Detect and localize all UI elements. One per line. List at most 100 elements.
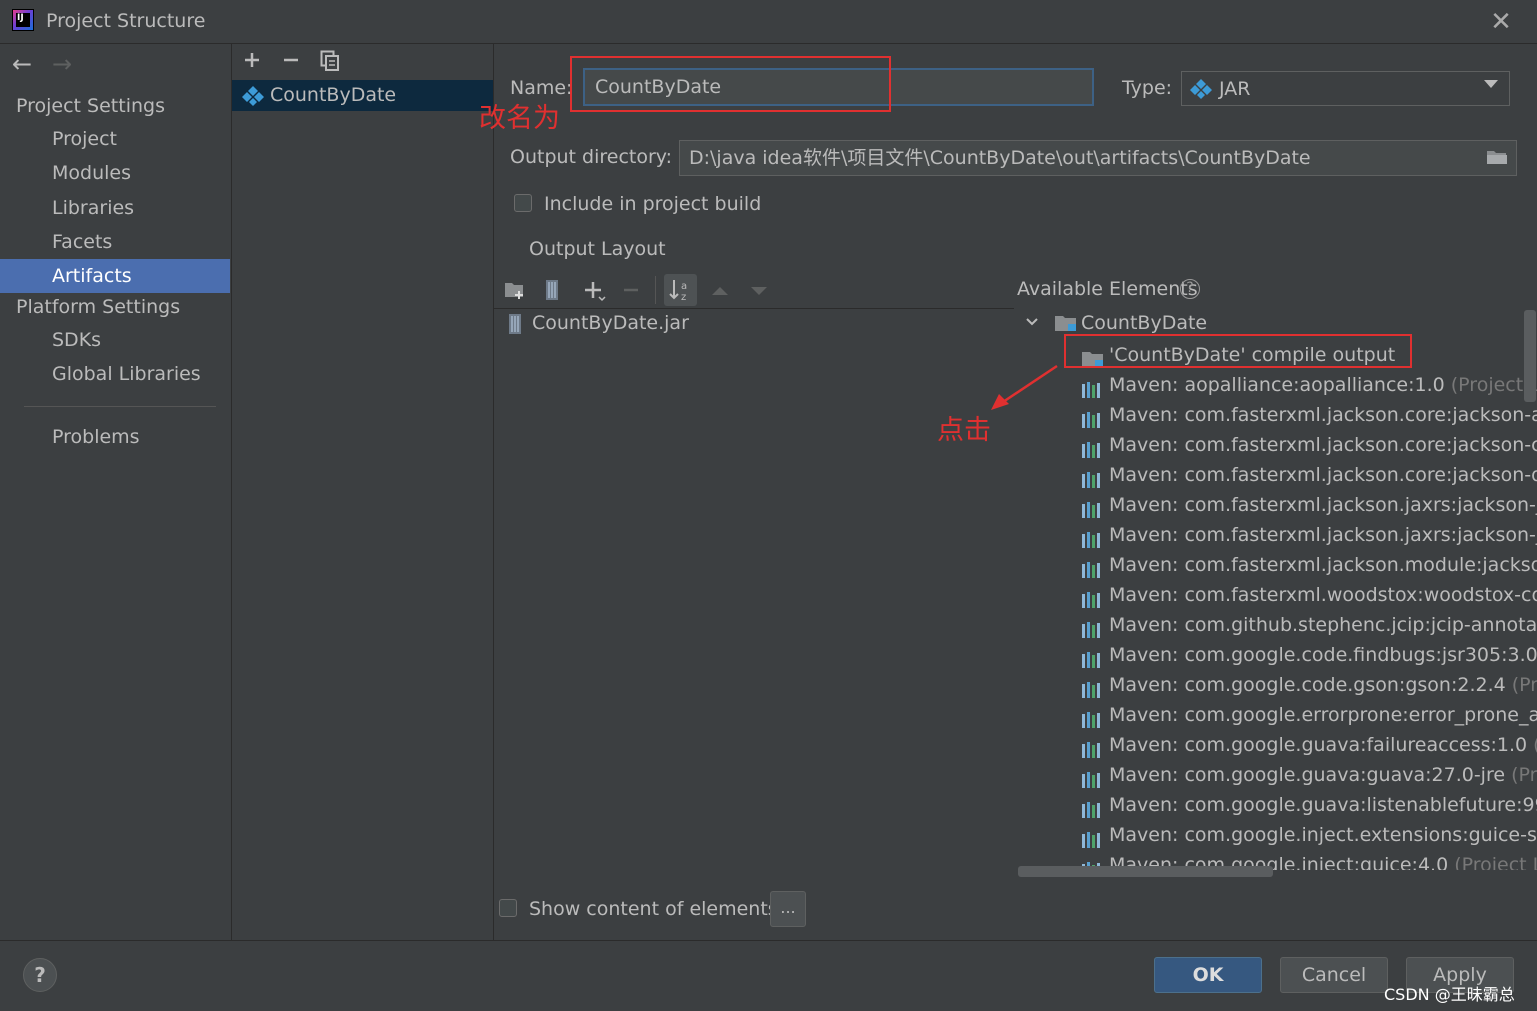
tree-item-text: Maven: com.google.code.findbugs:jsr305:3…: [1109, 640, 1537, 670]
tree-item-label: Maven: com.fasterxml.jackson.jaxrs:jacks…: [1109, 524, 1537, 546]
vertical-scrollbar[interactable]: [1524, 310, 1536, 402]
tree-item-text: Maven: com.google.inject.extensions:guic…: [1109, 820, 1537, 850]
output-directory-field[interactable]: D:\java idea软件\项目文件\CountByDate\out\arti…: [679, 140, 1517, 176]
tree-item-label: Maven: com.google.guava:guava:27.0-jre: [1109, 764, 1506, 786]
show-content-label: Show content of elements: [529, 898, 778, 920]
tree-item-suffix: (Project: [1511, 764, 1537, 786]
artifact-diamond-icon: [1190, 78, 1212, 105]
library-icon: [1081, 737, 1103, 758]
library-icon: [1081, 677, 1103, 698]
minus-icon[interactable]: [281, 50, 301, 75]
sidebar-divider: [24, 406, 216, 407]
sidebar-item-global-libraries[interactable]: Global Libraries: [0, 357, 230, 391]
horizontal-scrollbar[interactable]: [1018, 866, 1273, 877]
remove-icon[interactable]: [622, 280, 640, 305]
show-content-options-button[interactable]: ...: [770, 891, 806, 927]
artifact-list-item-label: CountByDate: [270, 84, 397, 106]
jar-icon[interactable]: [544, 279, 560, 306]
tree-item-text: Maven: com.github.stephenc.jcip:jcip-ann…: [1109, 610, 1537, 640]
create-directory-icon[interactable]: [504, 280, 526, 305]
move-down-icon[interactable]: [749, 282, 769, 303]
close-icon[interactable]: ✕: [1487, 8, 1515, 36]
app-logo-icon: IJ: [12, 9, 34, 31]
show-content-checkbox[interactable]: [499, 899, 517, 917]
question-icon[interactable]: ?: [1180, 279, 1200, 299]
sidebar-item-facets[interactable]: Facets: [0, 225, 230, 259]
tree-item-label: Maven: com.google.guava:listenablefuture…: [1109, 794, 1537, 816]
help-button[interactable]: ?: [23, 958, 57, 992]
sidebar-item-libraries[interactable]: Libraries: [0, 191, 230, 225]
add-copy-icon[interactable]: [583, 280, 607, 307]
tree-item-suffix: (Project Librar: [1454, 854, 1537, 870]
tree-item-text: Maven: com.google.guava:failureaccess:1.…: [1109, 730, 1537, 760]
toolbar-divider: [655, 276, 656, 304]
artifact-diamond-icon: [242, 85, 264, 112]
tree-item-text: Maven: com.google.code.gson:gson:2.2.4 (…: [1109, 670, 1537, 700]
library-icon: [1081, 587, 1103, 608]
arrow-right-icon[interactable]: →: [52, 52, 72, 76]
tree-item-label: Maven: com.google.guava:failureaccess:1.…: [1109, 734, 1528, 756]
tree-item-suffix: (Projec: [1527, 734, 1537, 756]
window-title: Project Structure: [46, 10, 206, 32]
tree-item-text: Maven: com.fasterxml.jackson.core:jackso…: [1109, 460, 1537, 490]
title-bar: [0, 0, 1537, 44]
library-icon: [1081, 767, 1103, 788]
tree-item-text: Maven: com.google.errorprone:error_prone…: [1109, 700, 1537, 730]
chevron-down-icon: [1484, 80, 1498, 88]
tree-item-text: Maven: com.fasterxml.woodstox:woodstox-c…: [1109, 580, 1537, 610]
arrow-left-icon[interactable]: ←: [12, 52, 32, 76]
artifact-list-panel: [232, 44, 494, 940]
tree-item-text: Maven: com.fasterxml.jackson.module:jack…: [1109, 550, 1537, 580]
cancel-button[interactable]: Cancel: [1280, 957, 1388, 993]
sidebar-item-artifacts[interactable]: Artifacts: [0, 259, 230, 293]
tree-item-label: Maven: aopalliance:aopalliance:1.0: [1109, 374, 1445, 396]
library-icon: [1081, 467, 1103, 488]
tree-item-text: Maven: com.fasterxml.jackson.jaxrs:jacks…: [1109, 490, 1537, 520]
chevron-down-icon[interactable]: [1025, 314, 1039, 333]
tree-item-text: Maven: com.fasterxml.jackson.core:jackso…: [1109, 400, 1537, 430]
tree-item-label: Maven: com.fasterxml.jackson.jaxrs:jacks…: [1109, 494, 1537, 516]
tree-item-suffix: (Project: [1511, 674, 1537, 696]
tree-item-label: Maven: com.fasterxml.jackson.core:jackso…: [1109, 464, 1537, 486]
watermark: CSDN @王昧霸总: [1384, 985, 1515, 1004]
tree-item-text: Maven: com.fasterxml.jackson.core:jackso…: [1109, 430, 1537, 460]
library-icon: [1081, 407, 1103, 428]
plus-icon[interactable]: [242, 50, 262, 75]
annotation-click-note: 点击: [937, 415, 991, 446]
browse-folder-icon[interactable]: [1486, 149, 1508, 165]
tree-item-text: Maven: aopalliance:aopalliance:1.0 (Proj…: [1109, 370, 1537, 400]
svg-text:a: a: [681, 281, 687, 292]
type-label: Type:: [1122, 77, 1173, 99]
tree-root-label[interactable]: CountByDate: [1081, 312, 1207, 334]
move-up-icon[interactable]: [710, 282, 730, 303]
annotation-compile-output-highlight: [1064, 334, 1412, 368]
include-in-build-checkbox[interactable]: [514, 194, 532, 212]
copy-icon[interactable]: [320, 50, 340, 77]
layout-divider: [494, 308, 1014, 309]
output-layout-root-item[interactable]: CountByDate.jar: [532, 312, 689, 334]
artifact-type-value: JAR: [1219, 78, 1251, 100]
tree-item-label: Maven: com.google.code.gson:gson:2.2.4: [1109, 674, 1506, 696]
sidebar-item-project[interactable]: Project: [0, 122, 230, 156]
tree-item-label: Maven: com.fasterxml.woodstox:woodstox-c…: [1109, 584, 1537, 606]
available-elements-tree: 'CountByDate' compile output Maven: aopal…: [1017, 340, 1537, 870]
sidebar-item-problems[interactable]: Problems: [0, 420, 230, 454]
tree-item-label: Maven: com.fasterxml.jackson.module:jack…: [1109, 554, 1537, 576]
ok-button[interactable]: OK: [1154, 957, 1262, 993]
tree-item-text: Maven: com.google.guava:guava:27.0-jre (…: [1109, 760, 1537, 790]
project-settings-heading: Project Settings: [16, 95, 165, 117]
platform-settings-heading: Platform Settings: [16, 296, 181, 318]
sidebar-item-sdks[interactable]: SDKs: [0, 323, 230, 357]
sort-alphabetically-button[interactable]: az: [664, 274, 697, 306]
tree-item-label: Maven: com.fasterxml.jackson.core:jackso…: [1109, 404, 1537, 426]
library-icon: [1081, 647, 1103, 668]
library-icon: [1081, 497, 1103, 518]
library-icon: [1081, 377, 1103, 398]
tab-output-layout[interactable]: Output Layout: [529, 238, 666, 260]
tree-item-label: Maven: com.google.code.findbugs:jsr305:3…: [1109, 644, 1537, 666]
annotation-name-highlight: [570, 56, 891, 112]
sidebar-item-modules[interactable]: Modules: [0, 156, 230, 190]
tree-item-label: Maven: com.google.inject.extensions:guic…: [1109, 824, 1537, 846]
output-directory-label: Output directory:: [510, 146, 673, 168]
tree-item-text: Maven: com.google.guava:listenablefuture…: [1109, 790, 1537, 820]
